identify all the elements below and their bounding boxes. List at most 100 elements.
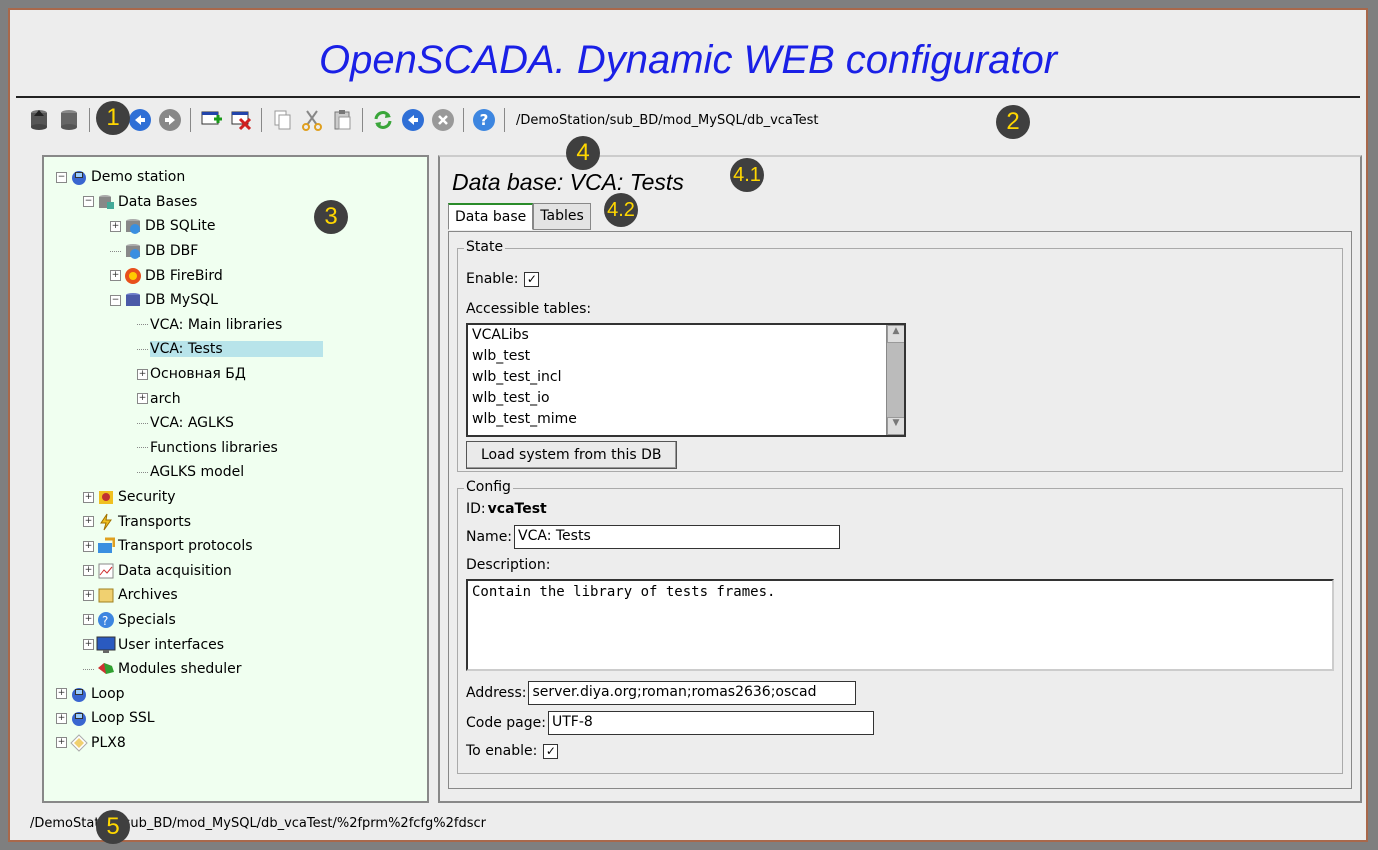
expand-icon[interactable]: + [56,712,67,724]
collapse-icon[interactable]: − [56,171,67,183]
scroll-up-icon[interactable]: ▲ [887,325,904,343]
tree-item[interactable]: + Основная БД [48,362,423,387]
toolbar-separator [463,108,464,132]
address-field[interactable]: server.diya.org;roman;romas2636;oscad [528,681,857,705]
expand-icon[interactable]: + [110,220,121,232]
tree-item-label: Transport protocols [118,538,253,555]
tree-item[interactable]: Functions libraries [48,436,423,461]
tree-item[interactable]: + DB SQLite [48,214,423,239]
expand-icon[interactable]: + [137,368,148,380]
scroll-down-icon[interactable]: ▼ [887,417,904,435]
tree-item[interactable]: VCA: AGLKS [48,411,423,436]
list-item[interactable]: VCALibs [468,325,904,346]
tab-tables[interactable]: Tables [533,203,591,230]
tree-item[interactable]: − DB MySQL [48,288,423,313]
expand-icon[interactable]: + [137,393,148,405]
svg-text:?: ? [102,614,108,628]
start-icon[interactable] [400,107,426,133]
tree-item-label: Loop SSL [91,710,155,727]
db-firebird-icon [123,267,143,285]
tree-item-label: Security [118,489,176,506]
tree-item[interactable]: DB DBF [48,239,423,264]
back-icon[interactable] [127,107,153,133]
tree-item[interactable]: + arch [48,386,423,411]
tree-item[interactable]: + PLX8 [48,731,423,756]
tree-item[interactable]: − Data Bases [48,190,423,215]
content-panel: Data base: VCA: Tests Data base Tables S… [438,155,1362,803]
transports-icon [96,513,116,531]
db-load-icon[interactable] [26,107,52,133]
codepage-field[interactable]: UTF-8 [547,711,874,735]
tree-item[interactable]: + Data acquisition [48,559,423,584]
tree-item[interactable]: + Transport protocols [48,534,423,559]
config-group-title: Config [464,479,513,495]
list-item[interactable]: wlb_test_mime [468,409,904,430]
refresh-icon[interactable] [370,107,396,133]
expand-icon[interactable]: + [83,614,94,626]
tree-item-label: VCA: Main libraries [150,316,283,333]
tree-item[interactable]: + DB FireBird [48,263,423,288]
tree-connector [137,348,148,350]
load-system-button[interactable]: Load system from this DB [466,441,677,469]
description-field[interactable]: Contain the library of tests frames. [466,579,1334,671]
tree-item-label: Demo station [91,169,186,186]
collapse-icon[interactable]: − [110,294,121,306]
tree-item-label: Основная БД [150,366,246,383]
tree-item[interactable]: Modules sheduler [48,657,423,682]
expand-icon[interactable]: + [83,565,94,577]
copy-icon[interactable] [269,107,295,133]
tree-item[interactable]: + Loop SSL [48,706,423,731]
tables-list[interactable]: VCALibs wlb_test wlb_test_incl wlb_test_… [466,323,906,437]
tab-content: State Enable: ✓ Accessible tables: VCALi… [448,231,1352,789]
expand-icon[interactable]: + [56,737,67,749]
expand-icon[interactable]: + [83,540,94,552]
db-save-icon[interactable] [56,107,82,133]
tree-item[interactable]: VCA: Main libraries [48,313,423,338]
list-item[interactable]: wlb_test [468,346,904,367]
tree-item[interactable]: + Transports [48,509,423,534]
expand-icon[interactable]: + [83,639,94,651]
expand-icon[interactable]: + [83,516,94,528]
page-title: Data base: VCA: Tests [452,169,684,195]
expand-icon[interactable]: + [83,589,94,601]
tree-item[interactable]: + Loop [48,681,423,706]
tree-item-label: Transports [118,513,191,530]
list-item[interactable]: wlb_test_incl [468,367,904,388]
address-label: Address: [466,685,527,701]
scrollbar[interactable]: ▲ ▼ [886,325,904,435]
state-group: State Enable: ✓ Accessible tables: VCALi… [457,239,1343,472]
expand-icon[interactable]: + [110,270,121,282]
navigation-tree[interactable]: − Demo station − Data Bases + DB SQLite DB DBF… [42,155,429,803]
marker-4-2: 4.2 [604,193,638,227]
toolbar-separator [89,108,90,132]
tree-item[interactable]: + Security [48,485,423,510]
stop-icon[interactable] [430,107,456,133]
tree-item[interactable]: +? Specials [48,608,423,633]
name-field[interactable]: VCA: Tests [514,525,841,549]
app-window: OpenSCADA. Dynamic WEB configurator ? /D… [8,8,1368,844]
delete-icon[interactable] [228,107,254,133]
tree-item[interactable]: + User interfaces [48,632,423,657]
tab-data-base[interactable]: Data base [448,203,534,230]
tree-item-label: DB MySQL [145,292,218,309]
expand-icon[interactable]: + [56,688,67,700]
tree-item[interactable]: − Demo station [48,165,423,190]
help-icon[interactable]: ? [471,107,497,133]
enable-label: Enable: [466,271,519,287]
list-item[interactable]: wlb_test_io [468,388,904,409]
tree-item-label: Functions libraries [150,439,278,456]
add-icon[interactable] [198,107,224,133]
tree-item[interactable]: + Archives [48,583,423,608]
paste-icon[interactable] [329,107,355,133]
archives-icon [96,586,116,604]
tree-item[interactable]: VCA: Tests [48,337,423,362]
toenable-checkbox[interactable]: ✓ [543,743,559,759]
tree-item[interactable]: AGLKS model [48,460,423,485]
codepage-label: Code page: [466,715,546,731]
cut-icon[interactable] [299,107,325,133]
collapse-icon[interactable]: − [83,196,94,208]
forward-icon[interactable] [157,107,183,133]
enable-checkbox[interactable]: ✓ [524,271,540,287]
station-icon [69,709,89,727]
expand-icon[interactable]: + [83,491,94,503]
